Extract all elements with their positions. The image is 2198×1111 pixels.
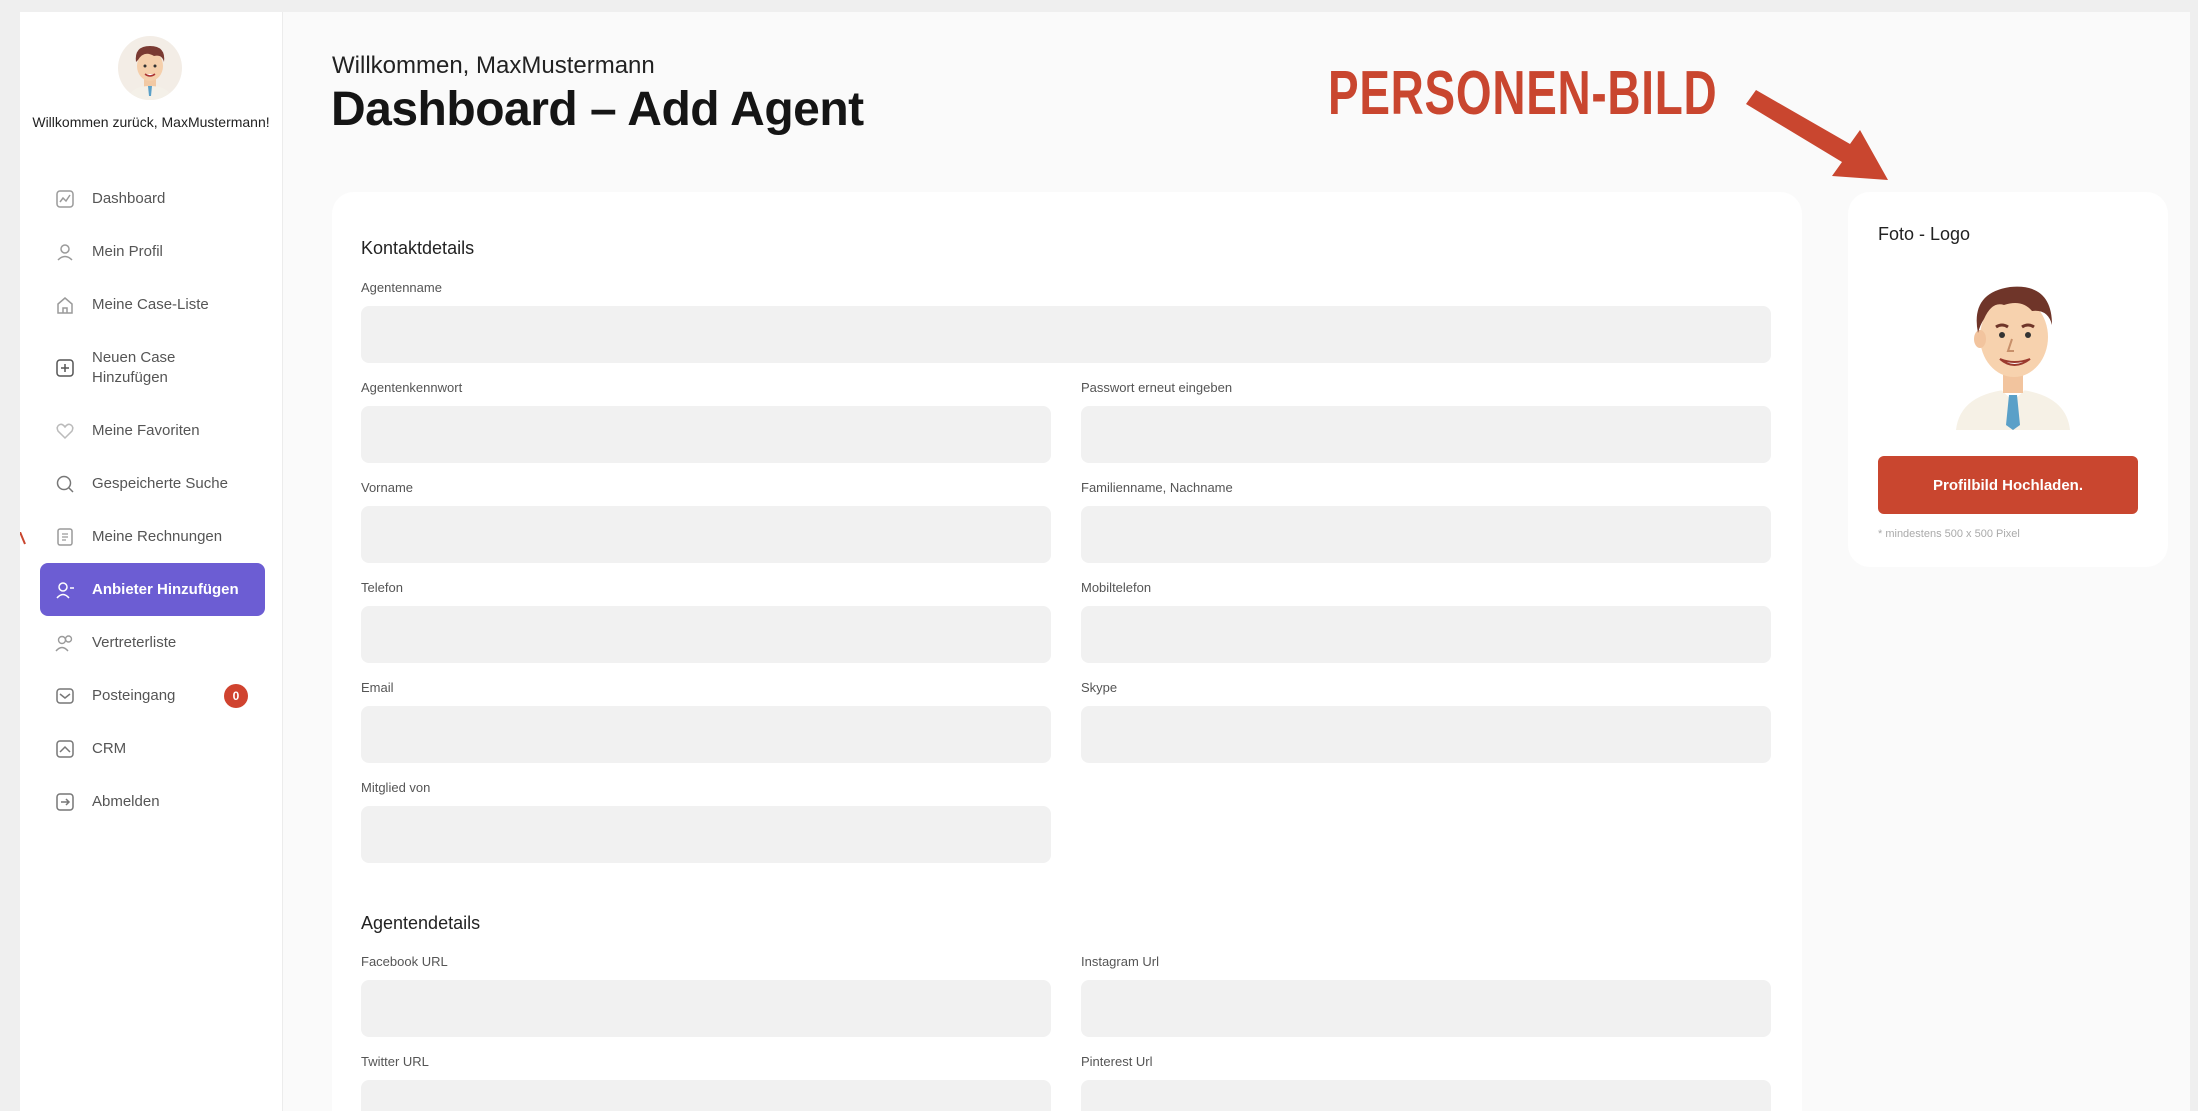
sidebar-item-agent-list[interactable]: Vertreterliste [40, 616, 265, 669]
sidebar: Willkommen zurück, MaxMustermann! Dashbo… [20, 12, 283, 1111]
facebook-label: Facebook URL [361, 954, 448, 969]
password-repeat-label: Passwort erneut eingeben [1081, 380, 1233, 395]
users-icon [54, 632, 76, 654]
mobile-label: Mobiltelefon [1081, 580, 1152, 595]
last-name-label: Familienname, Nachname [1081, 480, 1233, 495]
crm-icon [54, 738, 76, 760]
sidebar-item-label: Vertreterliste [92, 634, 177, 651]
email-label: Email [361, 680, 394, 695]
sidebar-item-label: Posteingang [92, 687, 176, 704]
contact-section-title: Kontaktdetails [361, 238, 475, 258]
sidebar-item-add-case[interactable]: Neuen Case Hinzufügen [40, 331, 265, 404]
first-name-input[interactable] [361, 506, 1051, 563]
mobile-input[interactable] [1081, 606, 1771, 663]
last-name-input[interactable] [1081, 506, 1771, 563]
photo-card: Foto - Logo Profilbild Hochladen. * mind… [1848, 192, 2168, 567]
sidebar-item-add-provider[interactable]: Anbieter Hinzufügen [40, 563, 265, 616]
sidebar-item-label: Dashboard [92, 190, 166, 207]
logout-icon [54, 791, 76, 813]
sidebar-item-label: Meine Favoriten [92, 422, 200, 439]
add-user-icon [54, 579, 76, 601]
agent-password-input[interactable] [361, 406, 1051, 463]
skype-input[interactable] [1081, 706, 1771, 763]
twitter-label: Twitter URL [361, 1054, 429, 1069]
app-window: Willkommen zurück, MaxMustermann! Dashbo… [20, 12, 2190, 1111]
heart-icon [54, 420, 76, 442]
agent-name-label: Agentenname [361, 280, 442, 295]
sidebar-item-case-list[interactable]: Meine Case-Liste [40, 278, 265, 331]
sidebar-item-label: Abmelden [92, 793, 160, 810]
home-icon [54, 294, 76, 316]
invoice-icon [54, 526, 76, 548]
sidebar-item-label: Meine Rechnungen [92, 528, 223, 545]
sidebar-item-invoices[interactable]: Meine Rechnungen [40, 510, 265, 563]
sidebar-item-dashboard[interactable]: Dashboard [40, 172, 265, 225]
contact-form-card: Kontaktdetails Agentenname Agentenkennwo… [332, 192, 1802, 1111]
search-icon [54, 473, 76, 495]
sidebar-item-crm[interactable]: CRM [40, 722, 265, 775]
email-input[interactable] [361, 706, 1051, 763]
member-of-input[interactable] [361, 806, 1051, 863]
upload-photo-button[interactable]: Profilbild Hochladen. [1878, 456, 2138, 514]
user-avatar[interactable] [118, 36, 182, 100]
agent-password-label: Agentenkennwort [361, 380, 463, 395]
member-of-label: Mitglied von [361, 780, 431, 795]
chart-icon [54, 188, 76, 210]
edge-arrow-mark [20, 532, 26, 545]
pinterest-input[interactable] [1081, 1080, 1771, 1111]
sidebar-item-label: Anbieter Hinzufügen [92, 581, 239, 598]
password-repeat-input[interactable] [1081, 406, 1771, 463]
pinterest-label: Pinterest Url [1081, 1054, 1153, 1069]
twitter-input[interactable] [361, 1080, 1051, 1111]
user-icon [54, 241, 76, 263]
sidebar-item-logout[interactable]: Abmelden [40, 775, 265, 828]
inbox-count-badge: 0 [224, 684, 248, 708]
sidebar-item-label: Meine Case-Liste [92, 296, 209, 313]
sidebar-item-label: CRM [92, 740, 127, 757]
agent-name-input[interactable] [361, 306, 1771, 363]
sidebar-item-saved-search[interactable]: Gespeicherte Suche [40, 457, 265, 510]
instagram-input[interactable] [1081, 980, 1771, 1037]
sidebar-item-label: Mein Profil [92, 243, 163, 260]
agent-details-section-title: Agentendetails [361, 913, 481, 933]
annotation-arrow-icon [1746, 90, 1888, 180]
profile-placeholder-image [1956, 286, 2070, 430]
page-title: Dashboard – Add Agent [331, 83, 864, 136]
facebook-input[interactable] [361, 980, 1051, 1037]
phone-input[interactable] [361, 606, 1051, 663]
phone-label: Telefon [361, 580, 403, 595]
sidebar-item-profile[interactable]: Mein Profil [40, 225, 265, 278]
skype-label: Skype [1081, 680, 1118, 695]
plus-square-icon [54, 357, 76, 379]
inbox-icon [54, 685, 76, 707]
sidebar-item-label: Gespeicherte Suche [92, 475, 228, 492]
sidebar-item-favorites[interactable]: Meine Favoriten [40, 404, 265, 457]
sidebar-nav: Dashboard Mein Profil Meine Case-Liste N… [40, 172, 265, 828]
greeting: Willkommen, MaxMustermann [332, 52, 655, 79]
sidebar-item-label: Neuen Case Hinzufügen [92, 348, 176, 386]
first-name-label: Vorname [361, 480, 414, 495]
sidebar-welcome: Willkommen zurück, MaxMustermann! [32, 114, 270, 130]
photo-card-title: Foto - Logo [1878, 224, 1971, 244]
annotation-label: PERSONEN-BILD [1328, 59, 1718, 128]
upload-hint: * mindestens 500 x 500 Pixel [1878, 528, 2020, 540]
sidebar-item-inbox[interactable]: Posteingang 0 [40, 669, 265, 722]
instagram-label: Instagram Url [1081, 954, 1160, 969]
